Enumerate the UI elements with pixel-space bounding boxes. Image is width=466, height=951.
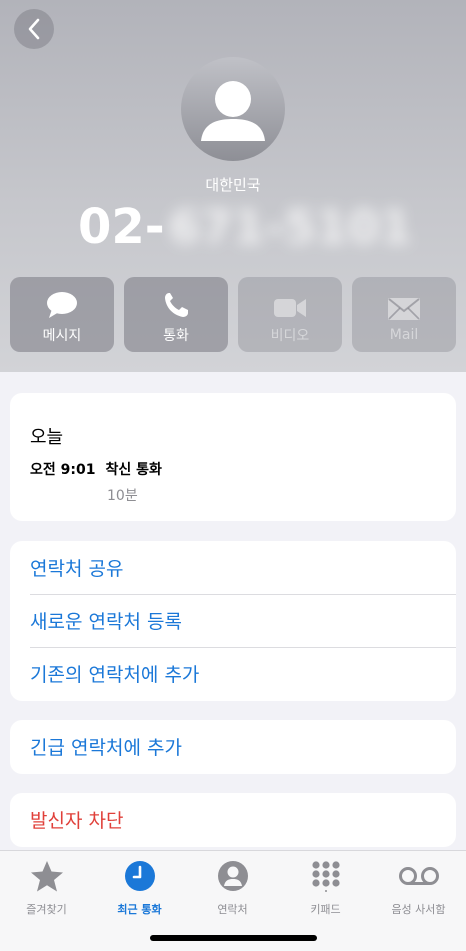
tab-favorites-label: 즐겨찾기: [26, 903, 67, 916]
call-duration: 10분: [107, 488, 138, 504]
tab-voicemail[interactable]: 음성 사서함: [372, 859, 465, 917]
keypad-icon: [311, 861, 340, 892]
recent-call-card: 오늘 오전 9:01 착신 통화 10분: [10, 393, 456, 521]
call-button-label: 통화: [163, 327, 189, 344]
voicemail-icon: [398, 867, 439, 885]
phone-icon: [165, 292, 188, 317]
mail-button[interactable]: Mail: [352, 277, 456, 352]
tab-recents[interactable]: 최근 통화: [93, 859, 186, 917]
call-type: 착신 통화: [105, 462, 162, 478]
block-card: 발신자 차단: [10, 793, 456, 847]
tab-contacts[interactable]: 연락처: [186, 859, 279, 917]
tab-keypad-label: 키패드: [310, 903, 341, 916]
recent-call-row: 오전 9:01 착신 통화: [30, 459, 162, 479]
share-contact-button[interactable]: 연락처 공유: [10, 541, 456, 594]
add-emergency-contact-button[interactable]: 긴급 연락처에 추가: [10, 720, 456, 773]
phone-number-prefix: 02-: [78, 199, 165, 255]
phone-number: 02- 671-5101: [78, 197, 412, 257]
person-circle-icon: [217, 861, 248, 891]
mail-button-label: Mail: [389, 326, 419, 343]
tab-recents-label: 최근 통화: [117, 903, 162, 916]
call-time: 오전 9:01: [30, 462, 96, 478]
block-caller-button[interactable]: 발신자 차단: [10, 793, 456, 846]
chevron-left-icon: [28, 18, 40, 40]
tab-contacts-label: 연락처: [217, 903, 248, 916]
message-bubble-icon: [47, 291, 77, 318]
video-button-label: 비디오: [270, 327, 310, 344]
create-new-contact-button[interactable]: 새로운 연락처 등록: [10, 594, 456, 647]
envelope-icon: [388, 297, 420, 320]
message-button-label: 메시지: [42, 327, 82, 344]
star-icon: [30, 861, 63, 892]
add-to-existing-contact-button[interactable]: 기존의 연락처에 추가: [10, 647, 456, 700]
emergency-card: 긴급 연락처에 추가: [10, 720, 456, 774]
contact-options-card: 연락처 공유 새로운 연락처 등록 기존의 연락처에 추가: [10, 541, 456, 701]
home-indicator: [150, 935, 317, 941]
action-buttons: 메시지 통화 비디오 Mail: [10, 277, 456, 352]
video-camera-icon: [274, 298, 306, 317]
tab-keypad[interactable]: 키패드: [279, 859, 372, 917]
call-button[interactable]: 통화: [124, 277, 228, 352]
back-button[interactable]: [14, 9, 54, 49]
phone-number-obscured: 671-5101: [168, 200, 412, 254]
recent-date-heading: 오늘: [30, 427, 64, 448]
tab-favorites[interactable]: 즐겨찾기: [0, 859, 93, 917]
clock-icon: [124, 861, 155, 891]
video-button[interactable]: 비디오: [238, 277, 342, 352]
country-label: 대한민국: [205, 176, 261, 194]
avatar: [181, 57, 285, 161]
tab-voicemail-label: 음성 사서함: [391, 903, 446, 916]
message-button[interactable]: 메시지: [10, 277, 114, 352]
contact-header: 대한민국 02- 671-5101 메시지 통화 비디오 Mail: [0, 0, 466, 372]
person-silhouette-icon: [201, 81, 265, 141]
